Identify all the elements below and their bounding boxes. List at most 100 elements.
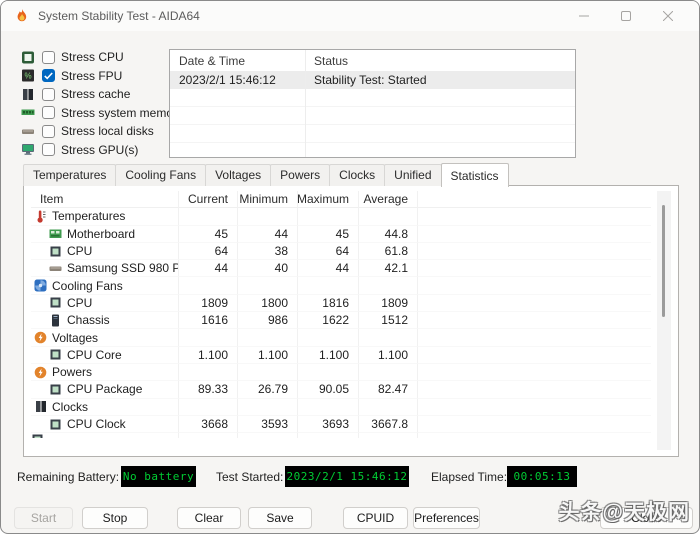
stats-value-cell [359,208,418,225]
checkbox-unchecked[interactable] [42,51,55,64]
stats-value-cell: 1.100 [298,347,359,364]
close-icon[interactable] [647,1,689,31]
stop-button[interactable]: Stop [82,507,148,529]
stats-item-cell: Clocks [31,399,179,416]
checkbox-unchecked[interactable] [42,88,55,101]
tab-statistics[interactable]: Statistics [441,163,509,187]
test-started-value: 2023/2/1 15:46:12 [286,470,407,483]
stats-item-content: Motherboard [31,227,135,241]
chip-icon [31,433,44,438]
stats-col-current[interactable]: Current [179,191,238,208]
motherboard-icon [49,227,62,240]
stats-value-cell [298,364,359,381]
stats-item-cell: CPU Package [31,381,179,398]
stats-item-row[interactable]: CPU1809180018161809 [31,295,651,312]
stats-item-row[interactable]: CPU Clock3668359336933667.8 [31,416,651,433]
stress-option-stress-gpu-s-: Stress GPU(s) [21,141,183,160]
chip-icon [49,383,62,396]
stats-value-cell [238,277,298,294]
stats-value-cell: 1816 [298,295,359,312]
stats-group-row[interactable]: Clocks [31,399,651,416]
stats-group-row[interactable]: Powers [31,364,651,381]
thermometer-icon [34,210,47,223]
stats-group-row[interactable]: Voltages [31,329,651,346]
chip-icon [49,296,62,309]
stats-item-content: CPU [31,244,92,258]
log-empty-row [170,107,575,125]
checkbox-unchecked[interactable] [42,106,55,119]
checkbox-unchecked[interactable] [42,125,55,138]
tab-temperatures[interactable]: Temperatures [23,164,116,186]
preferences-button[interactable]: Preferences [413,507,480,529]
tab-cooling-fans[interactable]: Cooling Fans [115,164,206,186]
stats-item-row[interactable]: CPU Package89.3326.7990.0582.47 [31,381,651,398]
log-col-status: Status [305,54,575,68]
stats-row-filler [418,381,651,398]
stats-value-cell: 1809 [359,295,418,312]
stats-item-content: Voltages [31,331,98,345]
stats-value-cell: 44 [298,260,359,277]
maximize-icon[interactable] [605,1,647,31]
clear-button[interactable]: Clear [177,507,241,529]
stats-col-minimum[interactable]: Minimum [238,191,298,208]
stats-value-cell [298,399,359,416]
stats-col-item[interactable]: Item [31,191,179,208]
stats-item-label: Cooling Fans [52,279,123,293]
stats-item-content: Clocks [31,400,88,414]
tab-clocks[interactable]: Clocks [329,164,385,186]
stats-item-content: Powers [31,365,92,379]
remaining-battery-value: No battery [123,470,194,483]
stats-value-cell: 1622 [298,312,359,329]
stress-options-list: Stress CPU%Stress FPUStress cacheStress … [21,48,183,159]
stats-value-cell: 44 [238,226,298,243]
stress-option-stress-cpu: Stress CPU [21,48,183,67]
stats-col-maximum[interactable]: Maximum [298,191,359,208]
stats-group-row[interactable]: Temperatures [31,208,651,225]
stats-item-row[interactable]: Chassis161698616221512 [31,312,651,329]
checkbox-checked[interactable] [42,69,55,82]
vertical-scrollbar[interactable] [657,191,671,450]
stats-row-filler [418,364,651,381]
scrollbar-thumb[interactable] [662,205,665,317]
tab-unified[interactable]: Unified [384,164,441,186]
save-button[interactable]: Save [248,507,312,529]
stress-option-stress-local-disks: Stress local disks [21,122,183,141]
stats-value-cell [238,364,298,381]
tab-powers[interactable]: Powers [270,164,330,186]
statistics-panel: ItemCurrentMinimumMaximumAverageTemperat… [23,185,679,457]
stats-value-cell [359,433,418,438]
stats-item-row[interactable]: Samsung SSD 980 PR...44404442.1 [31,260,651,277]
cpuid-button[interactable]: CPUID [343,507,408,529]
flame-app-icon [14,8,30,24]
stats-value-cell: 61.8 [359,243,418,260]
stats-item-content: CPU [31,296,92,310]
stats-value-cell [238,433,298,438]
stats-item-cell [31,433,179,438]
stats-value-cell [179,364,238,381]
window-title: System Stability Test - AIDA64 [38,9,200,23]
cpu-icon [21,51,36,64]
stats-value-cell: 3593 [238,416,298,433]
stats-value-cell: 1512 [359,312,418,329]
log-row[interactable]: 2023/2/1 15:46:12Stability Test: Started [170,71,575,89]
event-log-table[interactable]: Date & Time Status 2023/2/1 15:46:12Stab… [169,49,576,158]
checkbox-unchecked[interactable] [42,143,55,156]
log-rows: 2023/2/1 15:46:12Stability Test: Started [170,71,575,158]
stats-col-average[interactable]: Average [359,191,418,208]
stats-group-row[interactable]: Cooling Fans [31,277,651,294]
stats-item-cell: CPU [31,243,179,260]
stats-value-cell: 1.100 [179,347,238,364]
minimize-icon[interactable] [563,1,605,31]
stats-item-label: CPU Clock [67,417,126,431]
chip-icon [49,245,62,258]
stats-value-cell: 3668 [179,416,238,433]
stats-item-row[interactable] [31,433,651,438]
stats-value-cell: 44.8 [359,226,418,243]
stats-item-cell: Cooling Fans [31,277,179,294]
stats-item-row[interactable]: CPU64386461.8 [31,243,651,260]
log-empty-row [170,143,575,158]
stats-item-row[interactable]: Motherboard45444544.8 [31,226,651,243]
stats-item-row[interactable]: CPU Core1.1001.1001.1001.100 [31,347,651,364]
tab-voltages[interactable]: Voltages [205,164,271,186]
title-bar: System Stability Test - AIDA64 [1,1,699,31]
